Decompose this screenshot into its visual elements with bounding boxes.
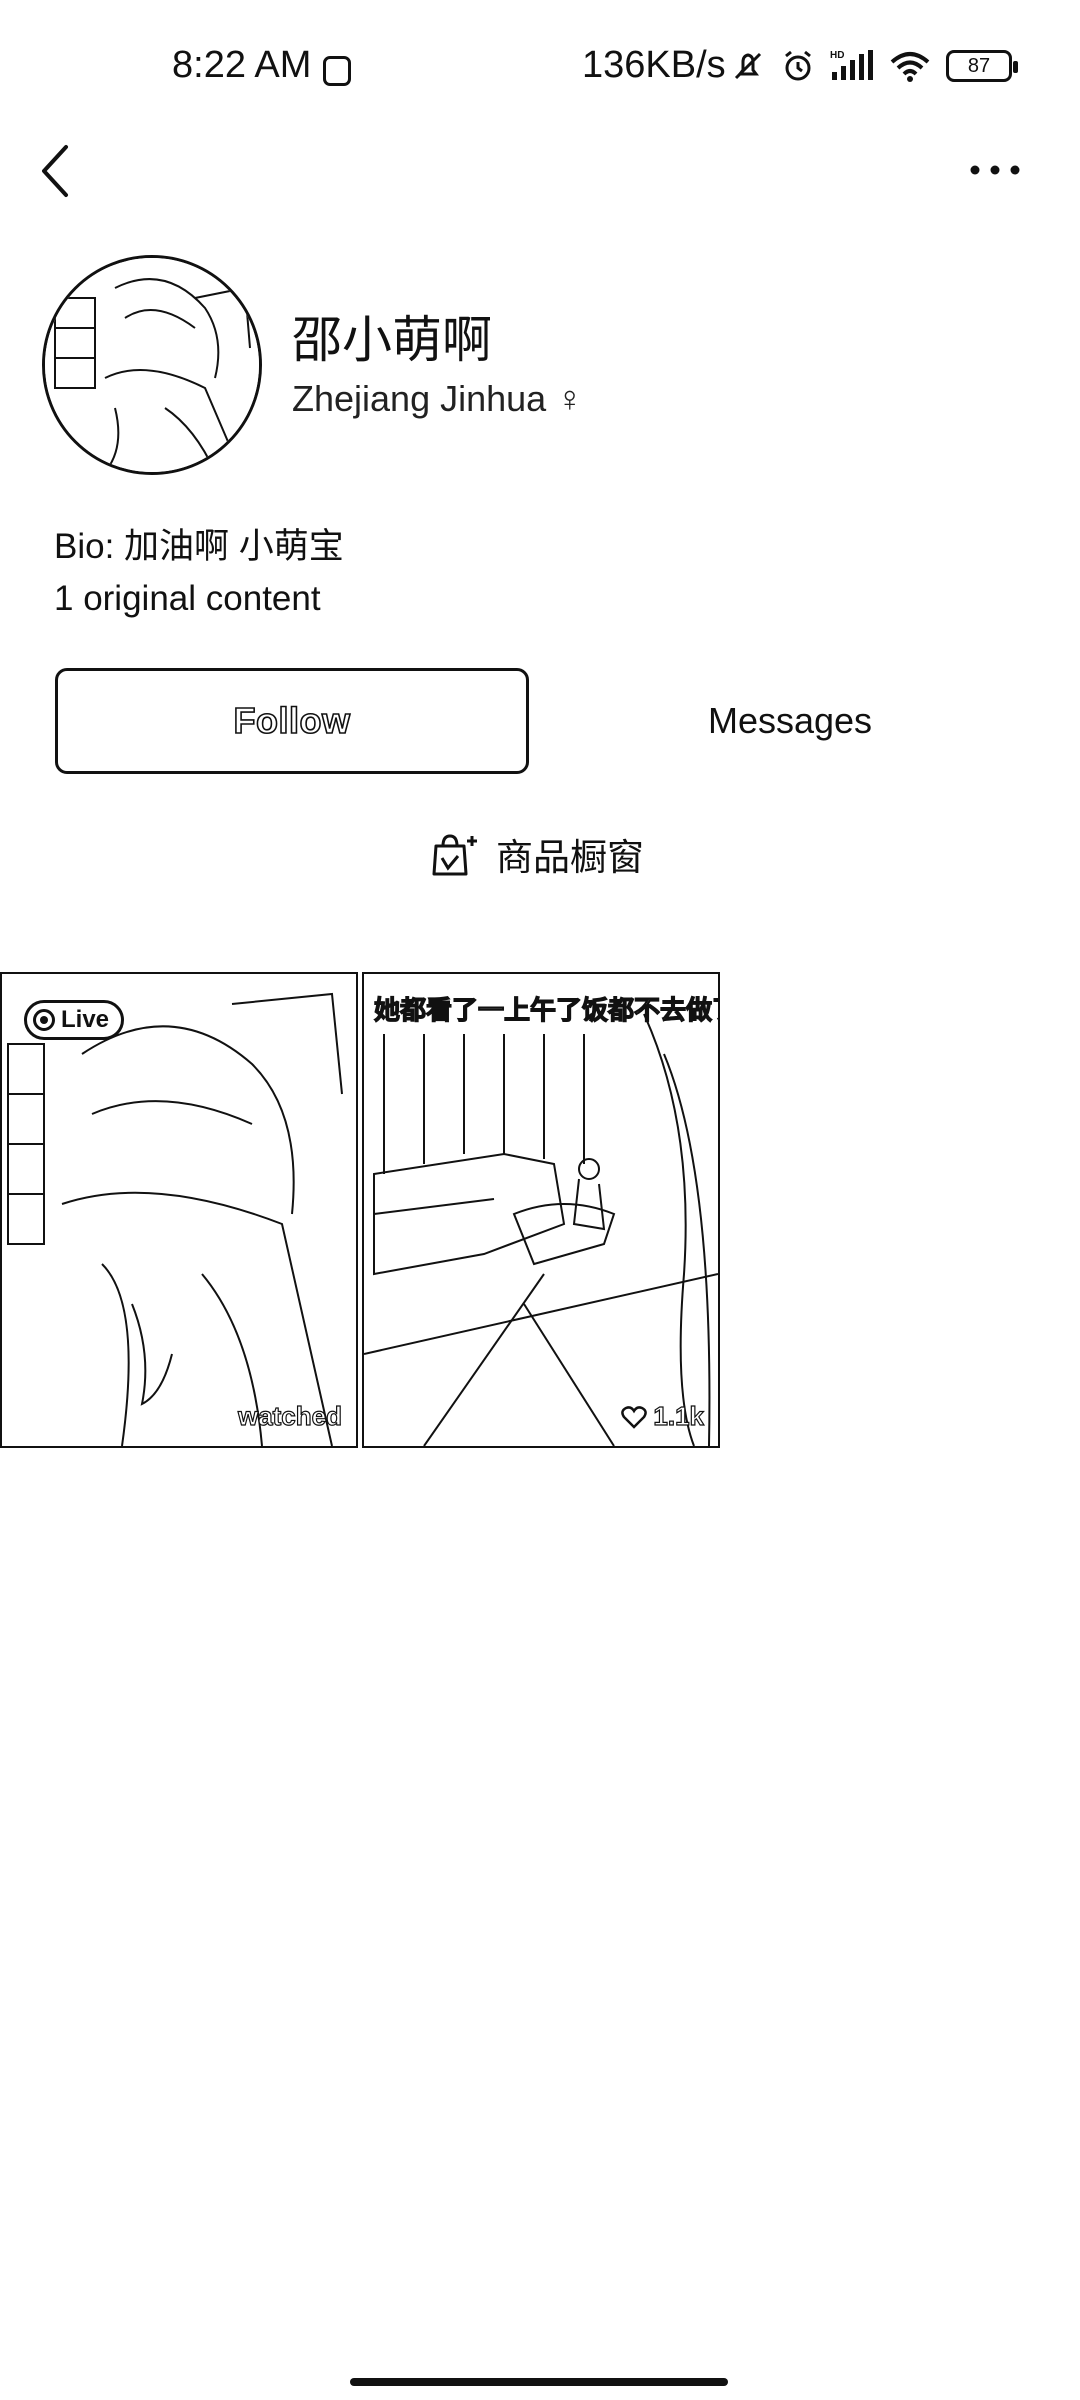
more-horizontal-icon xyxy=(970,165,1020,175)
chevron-left-icon xyxy=(42,145,68,197)
messages-label: Messages xyxy=(707,700,873,741)
battery-indicator: 87 xyxy=(946,50,1018,82)
follow-label: Follow xyxy=(233,699,351,742)
live-label: Live xyxy=(61,1006,110,1033)
alarm-icon xyxy=(785,50,811,81)
live-badge: Live xyxy=(24,1000,125,1040)
svg-text:HD: HD xyxy=(830,50,844,61)
profile-bio: Bio: 加油啊 小萌宝 xyxy=(54,527,344,566)
notification-icon xyxy=(323,56,351,86)
profile-page: 8:22 AM 136KB/s HD 87 邵小萌啊 Zhejiang Jinh… xyxy=(0,0,1080,2400)
heart-icon xyxy=(621,1405,648,1429)
profile-location: Zhejiang Jinhua ♀ xyxy=(292,378,584,419)
watched-label: watched xyxy=(237,1400,342,1431)
network-speed: 136KB/s xyxy=(582,44,726,86)
post-image xyxy=(7,992,343,1446)
post-caption: 她都看了一上午了饭都不去做了 xyxy=(373,994,720,1025)
original-content-count: 1 original content xyxy=(54,579,321,618)
live-icon xyxy=(33,1009,55,1031)
mute-icon xyxy=(734,52,762,80)
signal-icon: HD xyxy=(830,50,873,80)
post-thumbnail-video[interactable]: 她都看了一上午了饭都不去做了 1.1k xyxy=(362,972,720,1448)
likes-label: 1.1k xyxy=(653,1400,705,1431)
status-time: 8:22 AM xyxy=(172,44,312,86)
likes-count: 1.1k xyxy=(621,1400,705,1432)
post-thumbnail-live[interactable]: Live watched xyxy=(0,972,358,1448)
status-icons: HD 87 xyxy=(730,48,1018,84)
more-options-button[interactable] xyxy=(960,140,1030,200)
messages-button[interactable]: Messages xyxy=(604,668,976,774)
wifi-icon xyxy=(890,52,930,82)
post-image xyxy=(364,1013,718,1446)
shop-window-button[interactable]: 商品橱窗 xyxy=(428,822,644,886)
content-grid: Live watched 她都看了一上午了饭都不去做了 1.1k xyxy=(0,972,720,1448)
avatar[interactable] xyxy=(42,255,262,475)
shopping-bag-icon xyxy=(432,834,477,876)
follow-button[interactable]: Follow xyxy=(55,668,529,774)
profile-name: 邵小萌啊 xyxy=(292,312,492,368)
shop-window-label: 商品橱窗 xyxy=(496,837,644,878)
home-indicator[interactable] xyxy=(350,2378,728,2386)
status-bar: 8:22 AM 136KB/s HD 87 xyxy=(0,0,1080,140)
back-button[interactable] xyxy=(30,135,80,205)
avatar-image xyxy=(45,258,259,472)
